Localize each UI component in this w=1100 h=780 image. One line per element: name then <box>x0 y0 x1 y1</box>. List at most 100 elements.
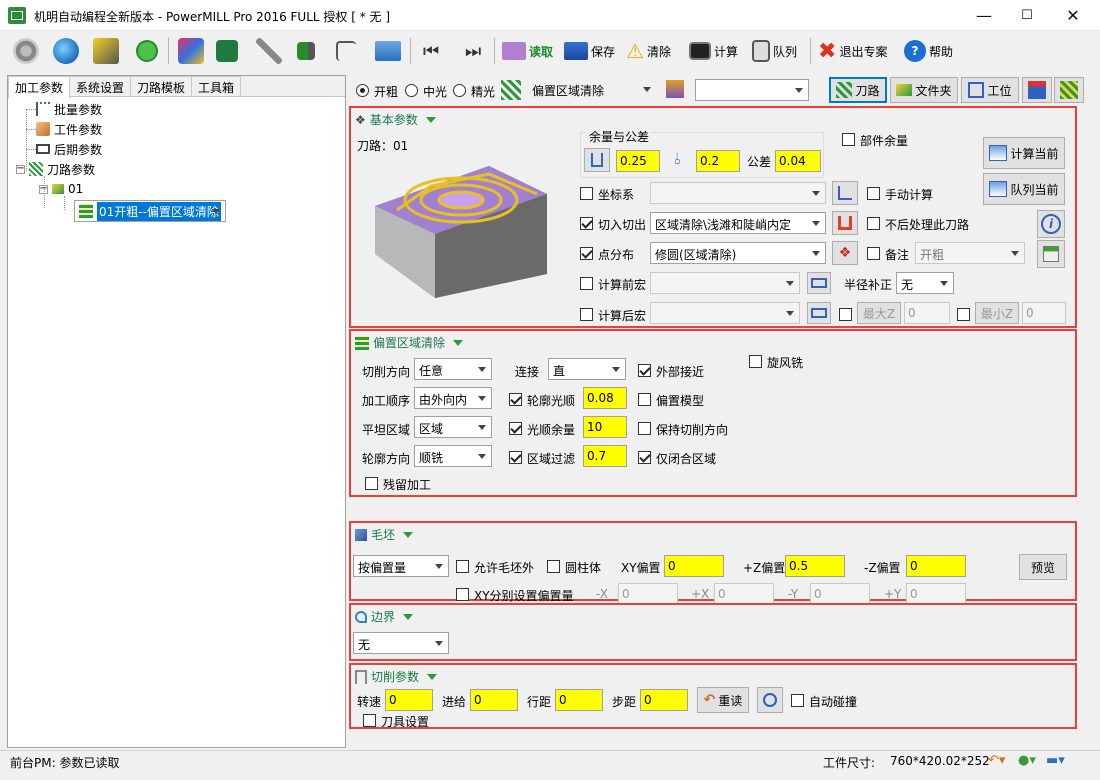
outer-approach-checkbox[interactable] <box>638 364 651 377</box>
stock-type-select[interactable]: 按偏置量 <box>353 555 449 577</box>
toolpath-combo[interactable] <box>695 79 809 101</box>
lead-inout-select[interactable]: 区域清除\浅滩和陡峭内定 <box>650 212 826 234</box>
allow-outside-checkbox[interactable] <box>456 560 469 573</box>
settings-button[interactable] <box>10 36 42 66</box>
clear-button[interactable]: ⚠ 清除 <box>623 36 674 66</box>
tab-toolpath-template[interactable]: 刀路模板 <box>130 76 193 96</box>
globe-button[interactable] <box>50 36 82 66</box>
tab-toolbox[interactable]: 工具箱 <box>191 76 242 96</box>
tolerance-input[interactable]: 0.04 <box>775 150 821 172</box>
exit-expert-button[interactable]: ✖ 退出专案 <box>815 36 890 66</box>
boundary-select[interactable]: 无 <box>353 632 449 654</box>
pre-macro-button[interactable] <box>807 272 831 294</box>
powermill-button[interactable] <box>175 36 207 66</box>
first-button[interactable]: ⏮ <box>420 36 442 66</box>
radius-comp-select[interactable]: 无 <box>896 272 954 294</box>
info-button[interactable]: i <box>1037 210 1065 238</box>
import-button[interactable] <box>294 36 318 66</box>
note-select[interactable]: 开粗 <box>915 242 1025 264</box>
tree-item-01-roughing[interactable]: 01开粗--偏置区域清除 <box>74 200 226 222</box>
minz-input[interactable]: 0 <box>1022 302 1066 324</box>
plus-y-input[interactable]: 0 <box>906 583 966 605</box>
tree-item-batch[interactable]: 批量参数 <box>36 100 102 118</box>
keep-dir-checkbox[interactable] <box>638 422 651 435</box>
lead-edit-button[interactable] <box>832 211 858 235</box>
minimize-button[interactable]: — <box>961 0 1007 31</box>
toolpath-tab-button[interactable]: 刀路 <box>829 77 887 103</box>
tree-item-workpiece[interactable]: 工件参数 <box>36 120 102 138</box>
xy-separate-checkbox[interactable] <box>456 588 469 601</box>
profile-smooth-checkbox[interactable] <box>509 393 522 406</box>
offset-clear-header[interactable]: 偏置区域清除 <box>355 334 464 351</box>
tab-system-settings[interactable]: 系统设置 <box>69 76 132 96</box>
xy-offset-input[interactable]: 0 <box>664 555 724 577</box>
allowance-input-2[interactable]: 0.2 <box>696 150 740 172</box>
order-select[interactable]: 由外向内 <box>414 387 492 409</box>
color-dropdown-icon[interactable]: ●▾ <box>1018 753 1036 768</box>
last-button[interactable]: ⏭ <box>462 36 484 66</box>
boundary-header[interactable]: 边界 <box>355 608 414 625</box>
link-select[interactable]: 直 <box>548 358 626 380</box>
palette-icon[interactable] <box>666 80 684 98</box>
area-filter-input[interactable]: 0.7 <box>583 445 627 467</box>
tree-button[interactable] <box>333 36 359 66</box>
plus-x-input[interactable]: 0 <box>714 583 774 605</box>
help-button[interactable]: ? 帮助 <box>901 36 956 66</box>
radio-semi[interactable] <box>405 84 418 97</box>
pre-macro-checkbox[interactable] <box>580 277 593 290</box>
undo-dropdown-icon[interactable]: ↶▾ <box>988 753 1005 768</box>
radio-finish[interactable] <box>453 84 466 97</box>
speed-input[interactable]: 0 <box>385 689 433 711</box>
smooth-allow-checkbox[interactable] <box>509 422 522 435</box>
workpos-tab-button[interactable]: 工位 <box>961 77 1019 103</box>
tool-button[interactable] <box>90 36 122 66</box>
maxz-button[interactable]: 最大Z <box>857 302 901 324</box>
radio-roughing[interactable] <box>356 84 369 97</box>
close-button[interactable]: ✕ <box>1050 0 1096 31</box>
stepdown-input[interactable]: 0 <box>640 689 688 711</box>
add-toolpath-button[interactable] <box>1054 77 1084 103</box>
feed-input[interactable]: 0 <box>470 689 518 711</box>
profile-dir-select[interactable]: 顺铣 <box>414 445 492 467</box>
folder-dropdown-icon[interactable]: ▬▾ <box>1046 753 1065 768</box>
maxz-checkbox[interactable] <box>839 308 852 321</box>
lead-inout-checkbox[interactable] <box>580 217 593 230</box>
save-button[interactable]: 保存 <box>561 36 618 66</box>
basic-params-header[interactable]: ❖ 基本参数 <box>355 111 436 128</box>
reread-button[interactable]: ↶ 重读 <box>697 687 749 713</box>
zminus-input[interactable]: 0 <box>906 555 966 577</box>
folder-tab-button[interactable]: 文件夹 <box>890 77 958 103</box>
strategy-select[interactable]: 偏置区域清除 <box>528 79 656 101</box>
preview-button[interactable]: 预览 <box>1019 554 1067 580</box>
tree-item-toolpath[interactable]: − 刀路参数 <box>16 160 95 178</box>
closed-only-checkbox[interactable] <box>638 451 651 464</box>
minus-y-input[interactable]: 0 <box>810 583 870 605</box>
flat-select[interactable]: 区域 <box>414 416 492 438</box>
area-filter-checkbox[interactable] <box>509 451 522 464</box>
minus-x-input[interactable]: 0 <box>618 583 678 605</box>
part-allowance-checkbox[interactable] <box>842 133 855 146</box>
whirl-checkbox[interactable] <box>749 355 762 368</box>
read-button[interactable]: 读取 <box>499 36 556 66</box>
rest-checkbox[interactable] <box>365 477 378 490</box>
maximize-button[interactable]: ☐ <box>1004 0 1050 31</box>
pre-macro-select[interactable] <box>650 272 800 294</box>
add-workpos-button[interactable] <box>1022 77 1052 103</box>
tool-setting-checkbox[interactable] <box>363 714 376 727</box>
allowance-tool-button[interactable] <box>584 148 610 172</box>
maxz-input[interactable]: 0 <box>904 302 950 324</box>
zplus-input[interactable]: 0.5 <box>785 555 845 577</box>
coord-pick-button[interactable] <box>832 181 858 205</box>
point-dist-button[interactable]: ❖ <box>832 241 858 265</box>
profile-smooth-input[interactable]: 0.08 <box>583 387 627 409</box>
smooth-allow-input[interactable]: 10 <box>583 416 627 438</box>
post-macro-button[interactable] <box>807 302 831 324</box>
compute-button[interactable]: 计算 <box>686 36 741 66</box>
point-dist-select[interactable]: 修圆(区域清除) <box>650 242 826 264</box>
minz-button[interactable]: 最小Z <box>975 302 1019 324</box>
cutting-params-header[interactable]: 切削参数 <box>355 668 438 685</box>
stepover-input[interactable]: 0 <box>555 689 603 711</box>
point-dist-checkbox[interactable] <box>580 247 593 260</box>
manual-calc-checkbox[interactable] <box>867 187 880 200</box>
add-button[interactable] <box>133 36 161 66</box>
